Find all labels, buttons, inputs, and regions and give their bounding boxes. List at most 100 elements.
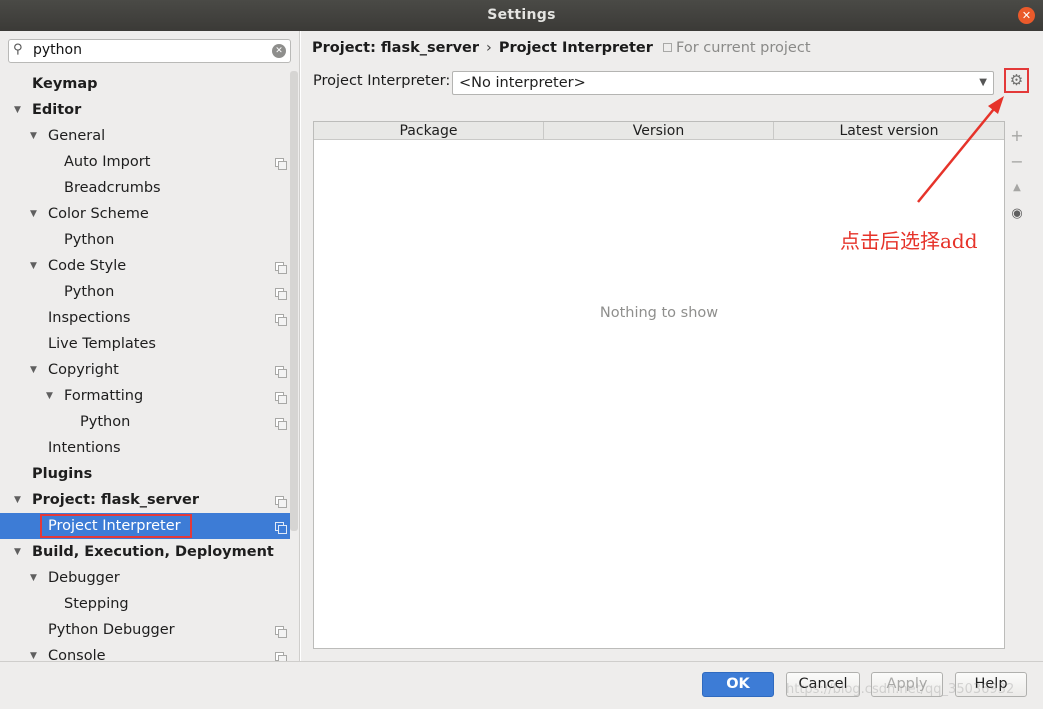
sidebar-item[interactable]: Inspections <box>0 305 290 331</box>
settings-content: Project: flask_server › Project Interprete… <box>301 31 1043 661</box>
breadcrumb-project: Project: flask_server <box>312 40 480 56</box>
interpreter-label: Project Interpreter: <box>313 73 451 89</box>
sidebar-item-label: General <box>48 128 106 144</box>
sidebar-item-label: Build, Execution, Deployment <box>32 544 274 560</box>
settings-tree: Keymap ▼ Editor ▼ General Auto Import Breadcru… <box>0 71 290 661</box>
sidebar-item[interactable]: ▼ Project: flask_server <box>0 487 290 513</box>
chevron-down-icon: ▼ <box>979 77 987 88</box>
close-icon[interactable]: ✕ <box>1018 7 1035 24</box>
sidebar-item-label: Keymap <box>32 76 98 92</box>
expand-arrow-icon[interactable]: ▼ <box>30 253 37 279</box>
expand-arrow-icon[interactable]: ▼ <box>30 123 37 149</box>
gear-icon: ⚙ <box>1009 71 1024 89</box>
sidebar-item-label: Live Templates <box>48 336 156 352</box>
sidebar-item-label: Intentions <box>48 440 121 456</box>
project-scope-icon <box>275 392 287 404</box>
interpreter-select[interactable]: <No interpreter> ▼ <box>452 71 994 95</box>
sidebar-item-label: Console <box>48 648 106 661</box>
sidebar-item[interactable]: Python <box>0 279 290 305</box>
sidebar-item-label: Color Scheme <box>48 206 149 222</box>
sidebar-item[interactable]: ▼ General <box>0 123 290 149</box>
search-icon: ⚲ <box>13 42 23 57</box>
sidebar-item-label: Copyright <box>48 362 119 378</box>
sidebar-item[interactable]: ▼ Color Scheme <box>0 201 290 227</box>
sidebar-item[interactable]: ▼ Formatting <box>0 383 290 409</box>
sidebar-item[interactable]: Python <box>0 227 290 253</box>
sidebar-item[interactable]: ▼ Code Style <box>0 253 290 279</box>
sidebar-item-label: Debugger <box>48 570 120 586</box>
window-title: Settings <box>487 7 556 23</box>
sidebar-item[interactable]: Intentions <box>0 435 290 461</box>
project-scope-icon <box>275 522 287 534</box>
sidebar-item-label: Inspections <box>48 310 131 326</box>
interpreter-settings-button[interactable]: ⚙ <box>1004 68 1029 93</box>
project-scope-icon <box>275 288 287 300</box>
sidebar-scrollbar[interactable] <box>290 71 298 531</box>
sidebar-item[interactable]: Plugins <box>0 461 290 487</box>
project-scope-icon <box>275 496 287 508</box>
sidebar-item-label: Editor <box>32 102 82 118</box>
sidebar-item-label: Formatting <box>64 388 144 404</box>
search-input[interactable]: python <box>33 42 82 58</box>
sidebar-item[interactable]: ▼ Copyright <box>0 357 290 383</box>
sidebar-item[interactable]: ▼ Debugger <box>0 565 290 591</box>
search-field[interactable]: ⚲ python ✕ <box>8 39 291 63</box>
expand-arrow-icon[interactable]: ▼ <box>30 565 37 591</box>
sidebar-item[interactable]: Auto Import <box>0 149 290 175</box>
sidebar-item[interactable]: ▼ Editor <box>0 97 290 123</box>
project-scope-icon <box>275 366 287 378</box>
column-header-version[interactable]: Version <box>544 122 774 140</box>
sidebar-item-label: Python <box>80 414 131 430</box>
expand-arrow-icon[interactable]: ▼ <box>14 539 21 565</box>
sidebar-item[interactable]: Breadcrumbs <box>0 175 290 201</box>
expand-arrow-icon[interactable]: ▼ <box>14 97 21 123</box>
packages-table: Package Version Latest version Nothing t… <box>313 121 1005 649</box>
expand-arrow-icon[interactable]: ▼ <box>30 201 37 227</box>
sidebar-item[interactable]: Python Debugger <box>0 617 290 643</box>
sidebar-item-label: Project: flask_server <box>32 492 200 508</box>
project-scope-icon <box>275 314 287 326</box>
project-scope-icon <box>275 626 287 638</box>
sidebar-item[interactable]: Keymap <box>0 71 290 97</box>
sidebar-item[interactable]: Project Interpreter <box>0 513 290 539</box>
sidebar-item-label: Python <box>64 284 115 300</box>
expand-arrow-icon[interactable]: ▼ <box>30 643 37 661</box>
column-header-package[interactable]: Package <box>314 122 544 140</box>
help-button[interactable]: Help <box>955 672 1027 697</box>
sidebar-item[interactable]: ▼ Build, Execution, Deployment <box>0 539 290 565</box>
interpreter-value: <No interpreter> <box>459 75 586 91</box>
sidebar-item-label: Auto Import <box>64 154 151 170</box>
clear-search-icon[interactable]: ✕ <box>272 44 286 58</box>
project-scope-icon <box>275 262 287 274</box>
sidebar-item[interactable]: Python <box>0 409 290 435</box>
sidebar-item[interactable]: ▼ Console <box>0 643 290 661</box>
title-bar: Settings ✕ <box>0 0 1043 31</box>
upgrade-package-icon[interactable]: ▲ <box>1007 175 1027 201</box>
show-early-releases-icon[interactable]: ◉ <box>1007 201 1027 227</box>
cancel-button[interactable]: Cancel <box>786 672 860 697</box>
apply-button[interactable]: Apply <box>871 672 943 697</box>
sidebar-item-label: Stepping <box>64 596 129 612</box>
annotation-text: 点击后选择add <box>840 229 978 253</box>
scope-hint: For current project <box>663 40 811 56</box>
expand-arrow-icon[interactable]: ▼ <box>30 357 37 383</box>
project-scope-icon <box>275 158 287 170</box>
table-header: Package Version Latest version <box>314 122 1004 140</box>
column-header-latest-version[interactable]: Latest version <box>774 122 1004 140</box>
breadcrumb-page: Project Interpreter <box>498 40 653 56</box>
sidebar-item-label: Python Debugger <box>48 622 175 638</box>
sidebar-item[interactable]: Live Templates <box>0 331 290 357</box>
project-scope-icon <box>275 418 287 430</box>
breadcrumb: Project: flask_server › Project Interprete… <box>312 40 653 56</box>
ok-button[interactable]: OK <box>702 672 774 697</box>
scope-hint-text: For current project <box>676 40 811 56</box>
expand-arrow-icon[interactable]: ▼ <box>14 487 21 513</box>
sidebar-item-label: Python <box>64 232 115 248</box>
expand-arrow-icon[interactable]: ▼ <box>46 383 53 409</box>
breadcrumb-separator: › <box>486 40 492 56</box>
sidebar-item-label: Plugins <box>32 466 93 482</box>
settings-sidebar: ⚲ python ✕ Keymap ▼ Editor ▼ General Auto Imp… <box>0 31 300 661</box>
add-package-icon[interactable]: + <box>1007 123 1027 149</box>
sidebar-item[interactable]: Stepping <box>0 591 290 617</box>
remove-package-icon[interactable]: − <box>1007 149 1027 175</box>
